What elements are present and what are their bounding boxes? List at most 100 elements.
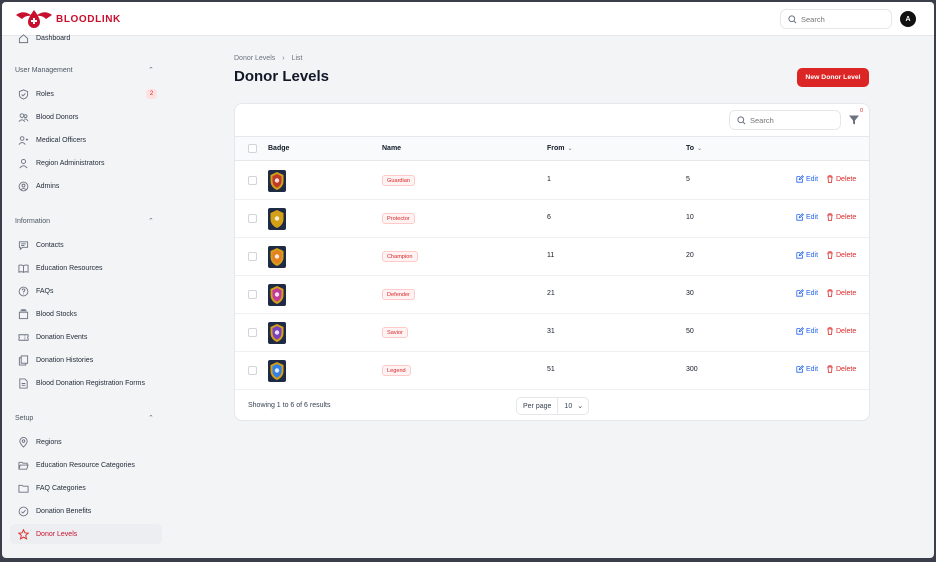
per-page-select[interactable]: Per page 10 ⌄ <box>516 397 590 415</box>
edit-button[interactable]: Edit <box>796 327 818 335</box>
sidebar-item-donation-benefits[interactable]: Donation Benefits <box>10 501 162 521</box>
user-avatar[interactable]: A <box>900 11 916 27</box>
edit-label: Edit <box>806 175 819 183</box>
sidebar-item-donation-histories[interactable]: Donation Histories <box>10 350 162 370</box>
to-cell: 10 <box>686 214 694 221</box>
star-icon <box>17 528 29 540</box>
question-icon <box>17 285 29 297</box>
chevron-up-icon[interactable]: ⌃ <box>148 217 154 225</box>
sidebar-item-faqs[interactable]: FAQs <box>10 281 162 301</box>
sidebar-item-regions[interactable]: Regions <box>10 432 162 452</box>
edit-button[interactable]: Edit <box>796 175 818 183</box>
sidebar-item-medical-officers[interactable]: Medical Officers <box>10 130 162 150</box>
folder-icon <box>17 482 29 494</box>
sidebar-item-admins[interactable]: Admins <box>10 176 162 196</box>
sidebar: Dashboard User Management ⌃ Roles 2 Bloo… <box>2 33 172 558</box>
table-row: Guardian 1 5 Edit Delete <box>235 162 869 200</box>
sidebar-item-label: Dashboard <box>36 34 71 42</box>
donor-level-badge-icon <box>268 360 286 382</box>
donor-level-badge-icon <box>268 170 286 192</box>
sidebar-item-label: Region Administrators <box>36 159 105 167</box>
table-row: Legend 51 300 Edit Delete <box>235 352 869 390</box>
row-checkbox[interactable] <box>248 328 257 337</box>
trash-icon <box>827 213 833 221</box>
sidebar-item-label: FAQ Categories <box>36 484 86 492</box>
group-label-setup: Setup <box>15 415 34 422</box>
documents-icon <box>17 354 29 366</box>
pencil-square-icon <box>796 289 804 297</box>
sidebar-item-education-resource-categories[interactable]: Education Resource Categories <box>10 455 162 475</box>
row-checkbox[interactable] <box>248 176 257 185</box>
sidebar-item-roles[interactable]: Roles 2 <box>10 84 162 104</box>
row-checkbox[interactable] <box>248 290 257 299</box>
app-window: BLOODLINK A Dashboard User Management ⌃ … <box>2 2 934 558</box>
delete-label: Delete <box>836 289 857 297</box>
sidebar-item-blood-donation-registration-forms[interactable]: Blood Donation Registration Forms <box>10 373 162 393</box>
from-cell: 51 <box>547 366 555 373</box>
chevron-right-icon: › <box>282 55 285 62</box>
page-title: Donor Levels <box>234 68 330 85</box>
sidebar-item-dashboard[interactable]: Dashboard <box>10 28 162 48</box>
edit-label: Edit <box>806 213 819 221</box>
sidebar-item-donation-events[interactable]: Donation Events <box>10 327 162 347</box>
chat-icon <box>17 239 29 251</box>
sidebar-item-blood-stocks[interactable]: Blood Stocks <box>10 304 162 324</box>
row-checkbox[interactable] <box>248 366 257 375</box>
delete-button[interactable]: Delete <box>826 289 856 297</box>
sidebar-item-contacts[interactable]: Contacts <box>10 235 162 255</box>
column-header-from[interactable]: From ⌄ <box>547 145 573 152</box>
breadcrumb-current: List <box>291 55 303 62</box>
level-name-badge: Champion <box>382 251 418 262</box>
per-page-value-text: 10 <box>564 402 573 410</box>
sidebar-item-label: Contacts <box>36 241 64 249</box>
sidebar-item-label: Donor Levels <box>36 530 78 538</box>
chevron-up-icon[interactable]: ⌃ <box>148 414 154 422</box>
chevron-down-icon: ⌄ <box>697 146 703 152</box>
chevron-down-icon: ⌄ <box>577 403 584 410</box>
select-all-checkbox[interactable] <box>248 144 257 153</box>
count-badge: 2 <box>146 89 157 99</box>
sidebar-item-education-resources[interactable]: Education Resources <box>10 258 162 278</box>
filter-icon[interactable] <box>848 114 860 126</box>
sidebar-item-label: Admins <box>36 182 60 190</box>
edit-button[interactable]: Edit <box>796 289 818 297</box>
edit-button[interactable]: Edit <box>796 251 818 259</box>
breadcrumb-link[interactable]: Donor Levels <box>234 55 275 62</box>
level-name-badge: Defender <box>382 289 416 300</box>
sidebar-item-region-administrators[interactable]: Region Administrators <box>10 153 162 173</box>
level-name-badge: Guardian <box>382 175 416 186</box>
table-header: Badge Name From ⌄ To ⌄ <box>235 136 869 161</box>
delete-button[interactable]: Delete <box>826 213 856 221</box>
column-header-to[interactable]: To ⌄ <box>686 145 702 152</box>
edit-button[interactable]: Edit <box>796 365 818 373</box>
pagination-summary: Showing 1 to 6 of 6 results <box>248 402 331 409</box>
row-checkbox[interactable] <box>248 214 257 223</box>
global-search-input[interactable] <box>801 14 881 24</box>
from-cell: 1 <box>547 176 551 183</box>
delete-button[interactable]: Delete <box>826 327 856 335</box>
trash-icon <box>827 289 833 297</box>
table-row: Protector 6 10 Edit Delete <box>235 200 869 238</box>
user-circle-icon <box>17 180 29 192</box>
chevron-up-icon[interactable]: ⌃ <box>148 66 154 74</box>
global-search[interactable] <box>780 9 892 29</box>
new-donor-level-button[interactable]: New Donor Level <box>797 68 869 87</box>
sidebar-item-blood-donors[interactable]: Blood Donors <box>10 107 162 127</box>
table-search-input[interactable] <box>750 115 830 125</box>
edit-label: Edit <box>806 365 819 373</box>
delete-button[interactable]: Delete <box>826 365 856 373</box>
group-label-information: Information <box>15 218 51 225</box>
check-circle-icon <box>17 505 29 517</box>
edit-button[interactable]: Edit <box>796 213 818 221</box>
sidebar-item-donor-levels[interactable]: Donor Levels <box>10 524 162 544</box>
delete-button[interactable]: Delete <box>826 175 856 183</box>
level-name-badge: Protector <box>382 213 415 224</box>
table-search[interactable] <box>729 110 841 130</box>
per-page-value[interactable]: 10 ⌄ <box>558 402 588 411</box>
delete-button[interactable]: Delete <box>826 251 856 259</box>
row-checkbox[interactable] <box>248 252 257 261</box>
delete-label: Delete <box>836 327 857 335</box>
stack-icon <box>17 308 29 320</box>
sidebar-item-faq-categories[interactable]: FAQ Categories <box>10 478 162 498</box>
sidebar-item-label: Blood Stocks <box>36 310 77 318</box>
